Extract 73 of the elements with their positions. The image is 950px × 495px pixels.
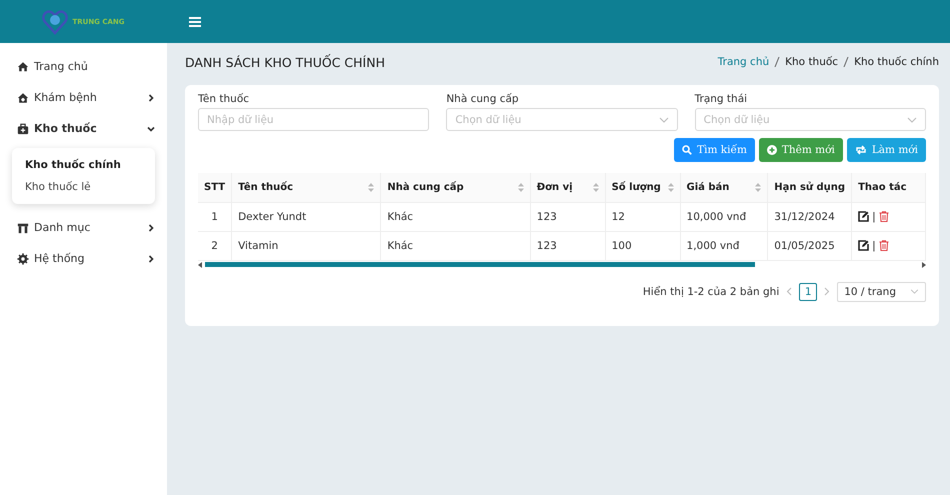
sidebar-item[interactable]: Kho thuốc — [0, 113, 167, 144]
page-button[interactable]: 1 — [799, 282, 818, 300]
table-cell: 31/12/2024 — [768, 202, 852, 231]
sort-icon — [755, 182, 762, 192]
table-cell: 01/05/2025 — [768, 231, 852, 260]
column-header: Hạn sử dụng — [768, 173, 852, 202]
chevron-down-icon — [658, 116, 669, 122]
scroll-left-icon[interactable] — [198, 262, 202, 268]
table-cell: Khác — [380, 202, 530, 231]
sidebar-icon — [17, 92, 29, 104]
table-cell: Dexter Yundt — [232, 202, 381, 231]
submenu-item[interactable]: Kho thuốc lẻ — [12, 176, 155, 198]
trash-icon[interactable] — [878, 211, 889, 222]
sort-icon — [592, 182, 599, 192]
table-cell: 10,000 vnđ — [680, 202, 768, 231]
field-label: Nhà cung cấp — [446, 93, 520, 105]
menu-icon[interactable] — [189, 16, 201, 26]
table-cell: 1 — [198, 202, 232, 231]
chevron-right-icon — [147, 224, 155, 232]
column-header[interactable]: Số lượng — [605, 173, 680, 202]
table-cell: 1,000 vnđ — [680, 231, 768, 260]
breadcrumb-separator-icon — [774, 57, 780, 67]
heart-logo-icon — [42, 8, 68, 34]
edit-icon[interactable] — [858, 211, 870, 222]
field-label: Tên thuốc — [198, 93, 250, 105]
sidebar-item[interactable]: Danh mục — [0, 212, 167, 243]
input-field[interactable]: Nhập dữ liệu — [198, 108, 430, 131]
sidebar-item[interactable]: Khám bệnh — [0, 82, 167, 113]
sort-icon — [668, 182, 674, 192]
column-header: STT — [198, 173, 232, 202]
sidebar-item[interactable]: Trang chủ — [0, 51, 167, 82]
sidebar-icon — [17, 252, 29, 264]
search-icon — [682, 145, 692, 155]
chevron-down-icon — [910, 289, 919, 294]
column-header[interactable]: Giá bán — [680, 173, 768, 202]
table-cell: Vitamin — [232, 231, 381, 260]
page-title: DANH SÁCH KHO THUỐC CHÍNH — [185, 54, 385, 70]
scrollbar-thumb[interactable] — [205, 262, 755, 267]
edit-icon[interactable] — [858, 240, 870, 251]
sort-icon — [518, 182, 524, 192]
table-cell: 12 — [605, 202, 680, 231]
refresh-icon — [854, 145, 867, 155]
column-header: Thao tác — [852, 173, 926, 202]
pagination-summary: Hiển thị 1-2 của 2 bản ghi — [642, 286, 780, 298]
breadcrumb-link[interactable]: Trang chủ — [718, 56, 770, 68]
field-label: Trạng thái — [694, 93, 748, 105]
table-cell: Khác — [380, 231, 530, 260]
table-cell: 2 — [198, 231, 232, 260]
column-header[interactable]: Đơn vị — [530, 173, 606, 202]
chevron-down-icon — [906, 116, 917, 122]
breadcrumb-item: Kho thuốc chính — [854, 56, 939, 68]
chevron-right-icon — [147, 94, 155, 102]
plus-circle-icon — [766, 145, 777, 155]
column-header[interactable]: Nhà cung cấp — [380, 173, 530, 202]
page-size-select[interactable]: 10 / trang — [837, 282, 926, 302]
chevron-down-icon — [147, 124, 155, 132]
table-cell: 100 — [605, 231, 680, 260]
chevron-right-icon — [147, 254, 155, 262]
scroll-right-icon[interactable] — [922, 262, 926, 268]
submenu-item[interactable]: Kho thuốc chính — [12, 154, 155, 176]
breadcrumb-separator-icon — [843, 57, 850, 67]
sidebar-icon — [17, 60, 29, 72]
table-cell: 123 — [530, 202, 606, 231]
column-header[interactable]: Tên thuốc — [232, 173, 381, 202]
action-separator: | — [872, 210, 876, 222]
sort-icon — [368, 182, 374, 192]
breadcrumb-item: Kho thuốc — [785, 56, 838, 68]
sidebar-icon — [17, 222, 29, 234]
trash-icon[interactable] — [878, 240, 889, 251]
sidebar-icon — [17, 122, 29, 134]
sidebar-item[interactable]: Hệ thống — [0, 243, 167, 274]
action-separator: | — [872, 240, 876, 252]
table-cell: 123 — [530, 231, 606, 260]
